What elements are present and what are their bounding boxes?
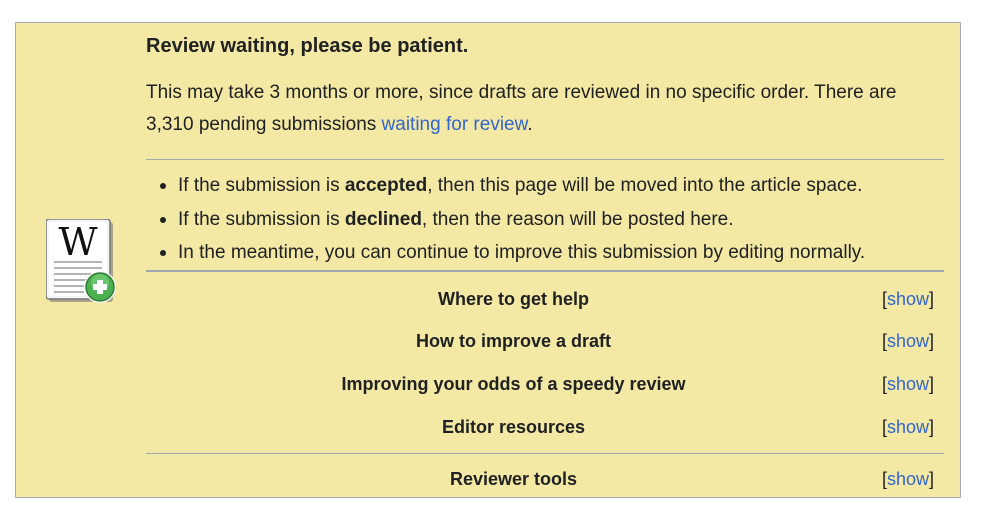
list-item-text: In the meantime, you can continue to imp… [178,242,866,263]
list-item-text: , then this page will be moved into the … [427,175,863,196]
show-link[interactable]: show [887,374,929,394]
divider [146,453,944,454]
list-item-text: , then the reason will be posted here. [421,208,734,230]
section-where-to-get-help: Where to get help [show] [146,284,944,314]
section-label: Improving your odds of a speedy review [341,374,686,394]
list-item-meantime: In the meantime, you can continue to imp… [146,236,944,270]
list-item-declined: If the submission is declined, then the … [146,203,944,237]
divider [146,159,944,160]
show-link[interactable]: show [887,417,929,437]
wikipedia-draft-add-icon: W [45,218,118,307]
section-improving-odds: Improving your odds of a speedy review [… [146,369,944,399]
show-toggle: [show] [881,469,934,489]
section-how-to-improve-draft: How to improve a draft [show] [146,326,944,356]
list-item-bold: accepted [344,175,428,196]
description-end: . [527,114,533,135]
section-label: Editor resources [441,417,586,437]
bullet-dot [160,250,166,256]
notice-description: This may take 3 months or more, since dr… [146,77,944,141]
section-editor-resources: Editor resources [show] [146,412,944,442]
section-reviewer-tools: Reviewer tools [show] [146,464,944,494]
show-toggle: [show] [881,289,934,309]
waiting-for-review-link[interactable]: waiting for review [382,114,528,135]
show-link[interactable]: show [887,469,929,489]
section-label: How to improve a draft [415,331,612,351]
bullet-dot [160,183,166,189]
show-toggle: [show] [881,331,934,351]
show-link[interactable]: show [887,331,929,351]
list-item-text: If the submission is [178,175,345,196]
list-item-text: If the submission is [178,208,345,230]
afc-review-notice: W Review waiting, please be patient. Thi… [15,22,961,498]
outcome-list: If the submission is accepted, then this… [146,169,944,270]
show-toggle: [show] [881,374,934,394]
list-item-accepted: If the submission is accepted, then this… [146,169,944,203]
section-label: Where to get help [437,289,589,309]
bullet-dot [160,216,166,223]
section-label: Reviewer tools [449,469,578,489]
show-link[interactable]: show [887,289,929,309]
notice-title: Review waiting, please be patient. [146,35,469,57]
show-toggle: [show] [881,417,934,437]
divider [146,270,944,272]
list-item-bold: declined [344,208,422,230]
svg-text:W: W [58,220,97,264]
